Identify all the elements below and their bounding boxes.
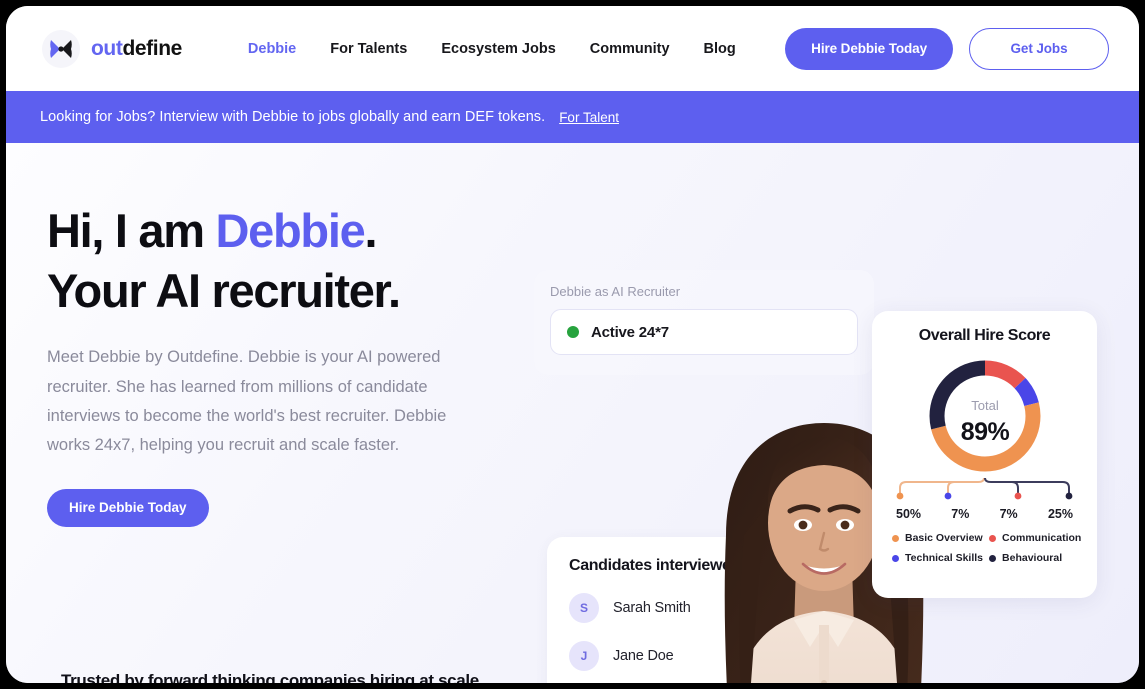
brand-logo[interactable]: outdefine bbox=[42, 29, 182, 68]
avatar: J bbox=[569, 641, 599, 671]
hire-score-donut-chart: Total 89% bbox=[886, 354, 1083, 478]
headline-period: . bbox=[364, 204, 377, 257]
promo-banner: Looking for Jobs? Interview with Debbie … bbox=[6, 91, 1139, 143]
for-talent-link[interactable]: For Talent bbox=[559, 110, 619, 125]
nav-item-community[interactable]: Community bbox=[590, 41, 670, 57]
hire-debbie-today-button[interactable]: Hire Debbie Today bbox=[785, 27, 953, 70]
recruiter-status-box[interactable]: Active 24*7 bbox=[550, 309, 858, 355]
legend-label: Basic Overview bbox=[905, 532, 983, 544]
connector-dot-behavioural bbox=[1065, 492, 1073, 500]
browser-page: outdefine Debbie For Talents Ecosystem J… bbox=[6, 6, 1139, 683]
nav-actions: Hire Debbie Today Get Jobs bbox=[785, 27, 1109, 70]
brand-wordmark-suffix: define bbox=[122, 36, 182, 60]
status-active-dot-icon bbox=[567, 326, 579, 338]
nav-item-debbie[interactable]: Debbie bbox=[248, 41, 296, 57]
outdefine-butterfly-icon bbox=[42, 29, 80, 68]
top-navbar: outdefine Debbie For Talents Ecosystem J… bbox=[6, 6, 1139, 91]
candidate-name: Jane Doe bbox=[613, 648, 674, 664]
recruiter-panel-label: Debbie as AI Recruiter bbox=[550, 284, 681, 299]
score-legend: Basic Overview Communication Technical S… bbox=[886, 532, 1083, 564]
legend-label: Technical Skills bbox=[905, 552, 984, 564]
nav-item-blog[interactable]: Blog bbox=[704, 41, 736, 57]
connector-dot-communication bbox=[1014, 492, 1022, 500]
connector-dot-basic-overview bbox=[896, 492, 904, 500]
hero-section: Hi, I am Debbie. Your AI recruiter. Meet… bbox=[6, 143, 1139, 683]
percent-communication: 7% bbox=[999, 507, 1018, 521]
legend-item-basic-overview: Basic Overview bbox=[892, 532, 983, 544]
legend-item-communication: Communication bbox=[989, 532, 1081, 544]
legend-item-technical-skills: Technical Skills bbox=[892, 552, 983, 564]
hero-copy: Hi, I am Debbie. Your AI recruiter. Meet… bbox=[47, 201, 517, 527]
percent-basic-overview: 50% bbox=[896, 507, 922, 521]
legend-dot-icon bbox=[892, 554, 899, 562]
percent-technical-skills: 7% bbox=[951, 507, 970, 521]
nav-links: Debbie For Talents Ecosystem Jobs Commun… bbox=[248, 41, 736, 57]
legend-dot-icon bbox=[989, 554, 997, 562]
overall-hire-score-card: Overall Hire Score Total 89% 50% 7% 7% 2… bbox=[872, 311, 1097, 598]
brand-wordmark-prefix: out bbox=[91, 36, 123, 60]
hero-paragraph: Meet Debbie by Outdefine. Debbie is your… bbox=[47, 348, 447, 455]
score-bracket-connectors bbox=[896, 477, 1073, 500]
score-card-title: Overall Hire Score bbox=[918, 327, 1051, 344]
donut-center-value: 89% bbox=[960, 418, 1009, 446]
brand-wordmark: outdefine bbox=[91, 37, 182, 61]
promo-banner-text: Looking for Jobs? Interview with Debbie … bbox=[40, 109, 546, 125]
debbie-recruiter-panel: Debbie as AI Recruiter Active 24*7 bbox=[534, 270, 874, 375]
nav-item-for-talents[interactable]: For Talents bbox=[330, 41, 407, 57]
recruiter-status-text: Active 24*7 bbox=[591, 323, 669, 341]
legend-item-behavioural: Behavioural bbox=[989, 552, 1081, 564]
headline-plain: Hi, I am bbox=[47, 204, 216, 257]
headline-line-2: Your AI recruiter. bbox=[47, 264, 401, 318]
legend-dot-icon bbox=[989, 534, 997, 542]
legend-label: Communication bbox=[1002, 532, 1082, 544]
trusted-by-heading: Trusted by forward thinking companies hi… bbox=[61, 671, 484, 683]
headline-accent: Debbie bbox=[215, 204, 366, 257]
donut-center-label: Total bbox=[971, 398, 999, 413]
percent-behavioural: 25% bbox=[1047, 507, 1073, 521]
score-percent-row: 50% 7% 7% 25% bbox=[886, 507, 1083, 521]
headline-line-1: Hi, I am Debbie. bbox=[47, 201, 517, 261]
legend-label: Behavioural bbox=[1002, 552, 1063, 564]
legend-dot-icon bbox=[892, 534, 899, 542]
page-title: Hi, I am Debbie. Your AI recruiter. bbox=[47, 201, 517, 321]
get-jobs-button[interactable]: Get Jobs bbox=[969, 27, 1109, 70]
avatar: S bbox=[569, 593, 599, 623]
nav-item-ecosystem-jobs[interactable]: Ecosystem Jobs bbox=[441, 41, 555, 57]
connector-dot-technical-skills bbox=[944, 492, 952, 500]
hero-hire-debbie-button[interactable]: Hire Debbie Today bbox=[47, 488, 209, 527]
